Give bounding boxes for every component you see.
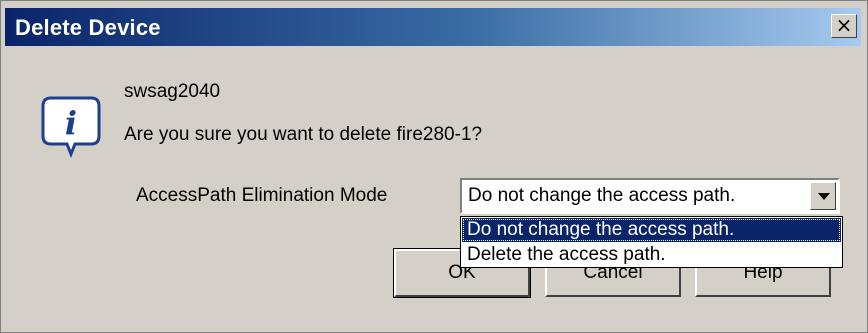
confirmation-question: Are you sure you want to delete fire280-… (124, 124, 483, 145)
info-glyph: i (65, 104, 77, 142)
access-path-mode-value: Do not change the access path. (468, 185, 736, 206)
option-do-not-change[interactable]: Do not change the access path. (462, 218, 841, 242)
access-path-mode-dropdown-list: Do not change the access path. Delete th… (460, 216, 843, 268)
delete-device-dialog: Delete Device × i swsag2040 Are you sure… (0, 0, 868, 333)
dropdown-arrow-button[interactable] (810, 182, 836, 210)
title-bar[interactable]: Delete Device × (5, 8, 861, 46)
access-path-mode-select[interactable]: Do not change the access path. (460, 178, 840, 214)
dialog-title: Delete Device (15, 15, 161, 40)
device-name: swsag2040 (124, 81, 221, 102)
option-delete-access-path[interactable]: Delete the access path. (462, 243, 841, 267)
chevron-down-icon (818, 193, 830, 200)
close-button[interactable]: × (831, 14, 857, 38)
info-icon: i (41, 96, 101, 158)
access-path-mode-label: AccessPath Elimination Mode (136, 185, 388, 206)
